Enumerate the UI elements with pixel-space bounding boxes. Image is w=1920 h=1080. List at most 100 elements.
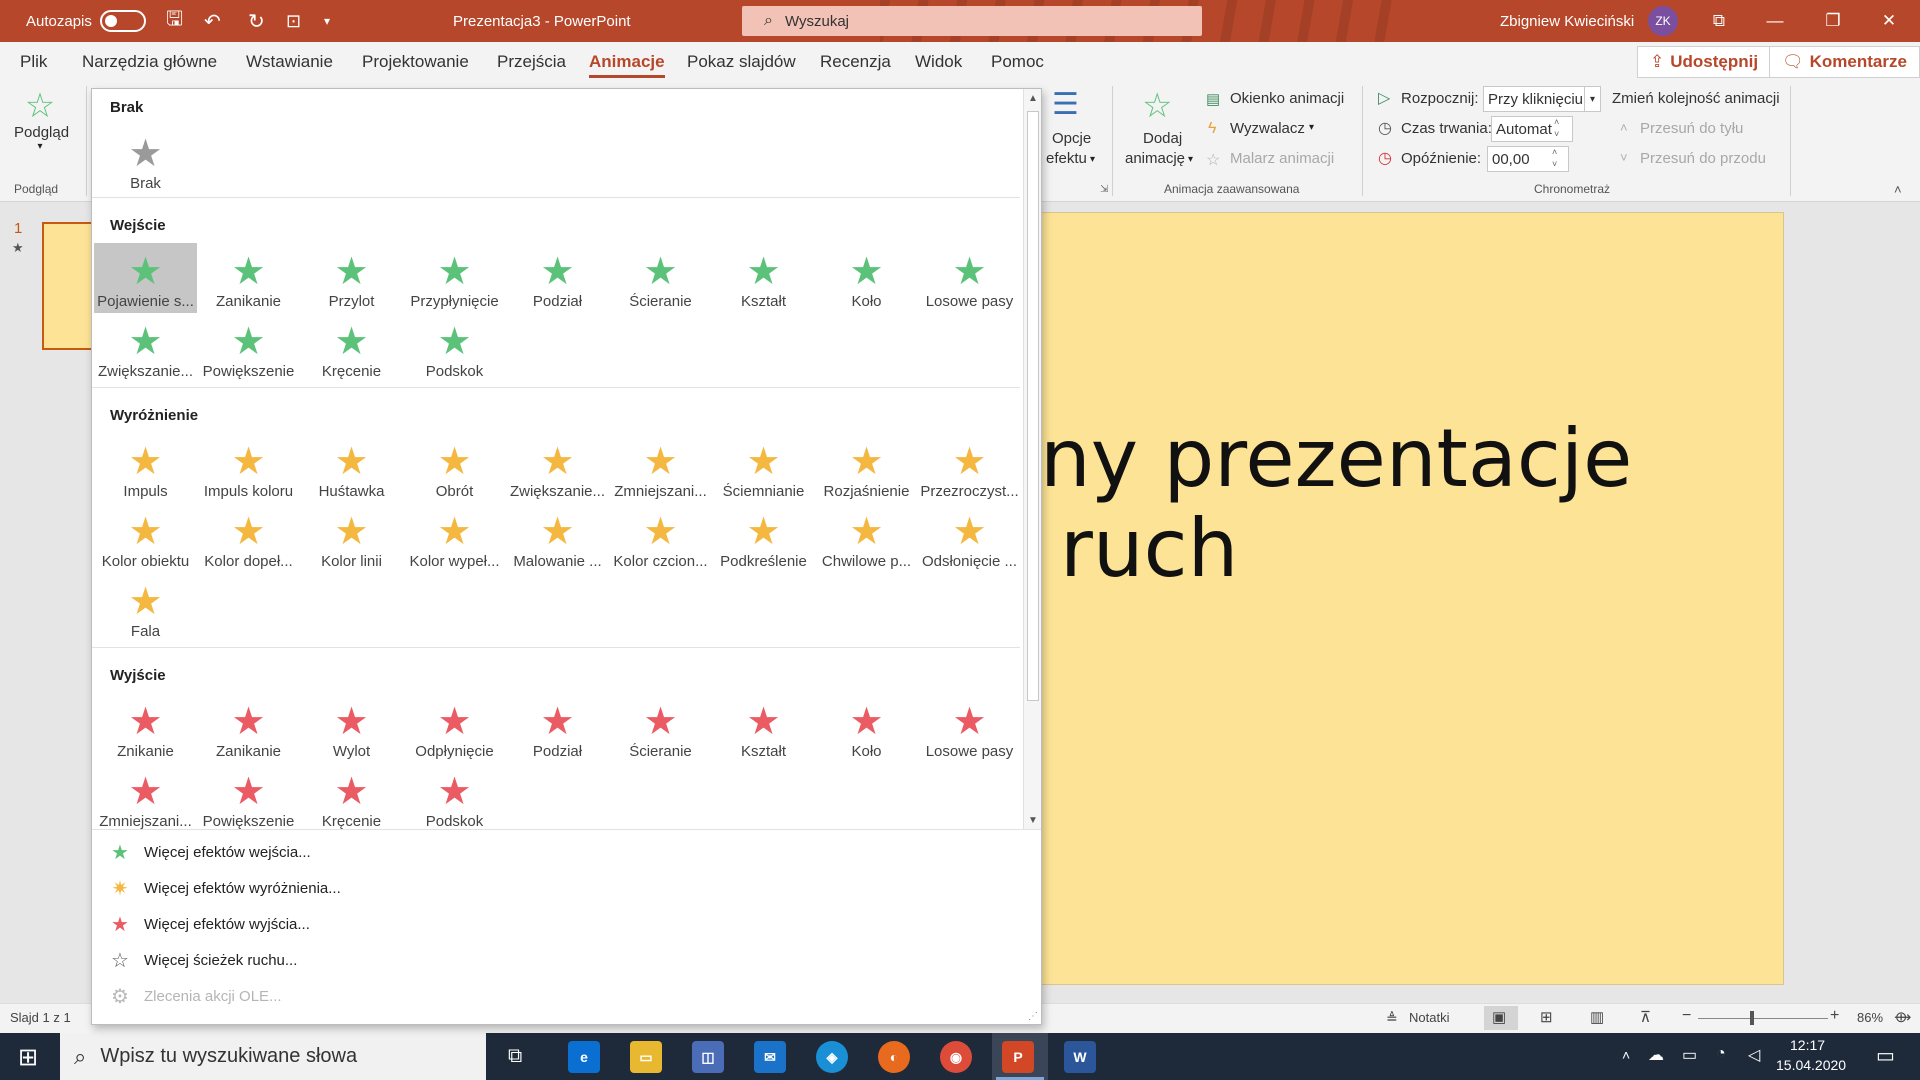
duration-spinner-icon[interactable]: ˄ ˅ [1554,116,1559,140]
effect-exit[interactable]: ★ Losowe pasy [918,693,1021,763]
move-earlier-button[interactable]: Przesuń do tyłu [1640,120,1743,137]
more-effects-item[interactable]: ☆ Więcej ścieżek ruchu... [106,945,297,975]
autosave-toggle[interactable] [99,10,146,32]
slide-title-line-1[interactable]: ny prezentacje [1040,412,1632,505]
effect-exit[interactable]: ★ Odpłynięcie [403,693,506,763]
ribbon-display-options-icon[interactable]: ⧉ [1696,0,1742,42]
effect-emphasis[interactable]: ★ Kolor wypeł... [403,503,506,573]
share-button[interactable]: ⇪ Udostępnij [1637,46,1772,78]
effect-entrance[interactable]: ★ Przylot [300,243,403,313]
undo-icon[interactable]: ↶ [204,0,221,42]
store-icon[interactable]: ◫ [692,1041,724,1073]
customize-toolbar-icon[interactable]: ▾ [324,0,330,42]
redo-icon[interactable]: ↻ [248,0,265,42]
add-animation-label-2[interactable]: animację [1125,150,1185,167]
effect-emphasis[interactable]: ★ Ściemnianie [712,433,815,503]
effect-options-label-2[interactable]: efektu [1046,150,1087,167]
resize-grip-icon[interactable]: ⋰ [1028,1011,1038,1022]
effect-exit[interactable]: ★ Zanikanie [197,693,300,763]
notes-button[interactable]: Notatki [1409,1010,1449,1025]
zoom-level[interactable]: 86% [1857,1010,1883,1025]
effect-exit[interactable]: ★ Kręcenie [300,763,403,829]
start-dropdown-chevron-icon[interactable]: ▾ [1584,86,1601,112]
effect-emphasis[interactable]: ★ Kolor dopeł... [197,503,300,573]
search-box[interactable]: ⌕ Wyszukaj [742,6,1202,36]
effect-exit[interactable]: ★ Ścieranie [609,693,712,763]
volume-icon[interactable]: ◁ [1748,1045,1760,1065]
effect-emphasis[interactable]: ★ Kolor czcion... [609,503,712,573]
move-later-button[interactable]: Przesuń do przodu [1640,150,1766,167]
effect-exit[interactable]: ★ Znikanie [94,693,197,763]
slide-title-line-2[interactable]: ruch [1060,502,1238,595]
zoom-slider-track[interactable] [1698,1018,1828,1019]
effect-exit[interactable]: ★ Powiększenie [197,763,300,829]
effect-none[interactable]: ★ Brak [94,125,197,195]
effect-entrance[interactable]: ★ Kształt [712,243,815,313]
tab-transitions[interactable]: Przejścia [497,42,566,82]
fit-to-window-icon[interactable]: ⟴ [1894,1008,1911,1026]
tab-slideshow[interactable]: Pokaz slajdów [687,42,796,82]
autosave[interactable]: Autozapis [26,0,146,42]
effect-entrance[interactable]: ★ Przypłynięcie [403,243,506,313]
firefox-icon[interactable]: ◐ [878,1041,910,1073]
more-effects-item[interactable]: ★ Więcej efektów wejścia... [106,837,311,867]
wifi-icon[interactable]: ◔ [1716,1045,1726,1063]
trigger-button[interactable]: Wyzwalacz [1230,120,1305,137]
zoom-slider-thumb[interactable] [1750,1011,1754,1025]
chrome-icon[interactable]: ◉ [940,1041,972,1073]
clock-time[interactable]: 12:17 [1790,1037,1825,1053]
effect-entrance[interactable]: ★ Zwiększanie... [94,313,197,383]
tab-review[interactable]: Recenzja [820,42,891,82]
gallery-scrollbar[interactable]: ▲ ▼ [1023,89,1041,829]
add-animation-icon[interactable]: ☆ [1142,88,1172,124]
clock-date[interactable]: 15.04.2020 [1776,1057,1846,1073]
more-effects-item[interactable]: ✷ Więcej efektów wyróżnienia... [106,873,341,903]
effect-entrance[interactable]: ★ Podział [506,243,609,313]
effect-options-label-1[interactable]: Opcje [1052,130,1091,147]
effect-entrance[interactable]: ★ Ścieranie [609,243,712,313]
effect-exit[interactable]: ★ Kształt [712,693,815,763]
save-icon[interactable]: 🖫 [166,0,183,42]
file-explorer-icon[interactable]: ▭ [630,1041,662,1073]
powerpoint-icon[interactable]: P [1002,1041,1034,1073]
scrollbar-thumb[interactable] [1027,111,1039,701]
notifications-icon[interactable]: ▭ [1876,1043,1895,1068]
effect-emphasis[interactable]: ★ Huśtawka [300,433,403,503]
safari-icon[interactable]: ◈ [816,1041,848,1073]
word-icon[interactable]: W [1064,1041,1096,1073]
user-name[interactable]: Zbigniew Kwieciński [1500,0,1634,42]
tab-file[interactable]: Plik [20,42,47,82]
slide-sorter-icon[interactable]: ⊞ [1540,1008,1553,1026]
effect-exit[interactable]: ★ Koło [815,693,918,763]
slideshow-icon[interactable]: ⊼ [1640,1008,1651,1026]
effect-emphasis[interactable]: ★ Impuls koloru [197,433,300,503]
tab-insert[interactable]: Wstawianie [246,42,333,82]
effect-emphasis[interactable]: ★ Kolor linii [300,503,403,573]
tab-help[interactable]: Pomoc [991,42,1044,82]
effect-emphasis[interactable]: ★ Chwilowe p... [815,503,918,573]
collapse-ribbon-icon[interactable]: ˄ [1894,182,1902,197]
effect-emphasis[interactable]: ★ Zwiększanie... [506,433,609,503]
effect-emphasis[interactable]: ★ Przezroczyst... [918,433,1021,503]
effect-entrance[interactable]: ★ Powiększenie [197,313,300,383]
battery-icon[interactable]: ▭ [1682,1045,1697,1065]
effect-emphasis[interactable]: ★ Fala [94,573,197,643]
effect-emphasis[interactable]: ★ Podkreślenie [712,503,815,573]
effect-emphasis[interactable]: ★ Zmniejszani... [609,433,712,503]
delay-spinner-icon[interactable]: ˄ ˅ [1552,146,1557,170]
minimize-button[interactable]: — [1752,0,1798,42]
restore-button[interactable]: ❐ [1810,0,1856,42]
reading-view-icon[interactable]: ▥ [1590,1008,1604,1026]
tab-animations[interactable]: Animacje [589,42,665,82]
effect-emphasis[interactable]: ★ Impuls [94,433,197,503]
effect-emphasis[interactable]: ★ Rozjaśnienie [815,433,918,503]
user-avatar[interactable]: ZK [1648,0,1678,42]
effect-emphasis[interactable]: ★ Odsłonięcie ... [918,503,1021,573]
effect-entrance[interactable]: ★ Podskok [403,313,506,383]
add-animation-label-1[interactable]: Dodaj [1143,130,1182,147]
present-from-start-icon[interactable]: ⊡ [286,0,301,42]
taskbar-search[interactable]: ⌕ Wpisz tu wyszukiwane słowa [60,1033,486,1080]
onedrive-icon[interactable]: ☁ [1648,1045,1664,1065]
notes-icon[interactable]: ≜ [1386,1010,1398,1027]
animation-painter-button[interactable]: Malarz animacji [1230,150,1334,167]
